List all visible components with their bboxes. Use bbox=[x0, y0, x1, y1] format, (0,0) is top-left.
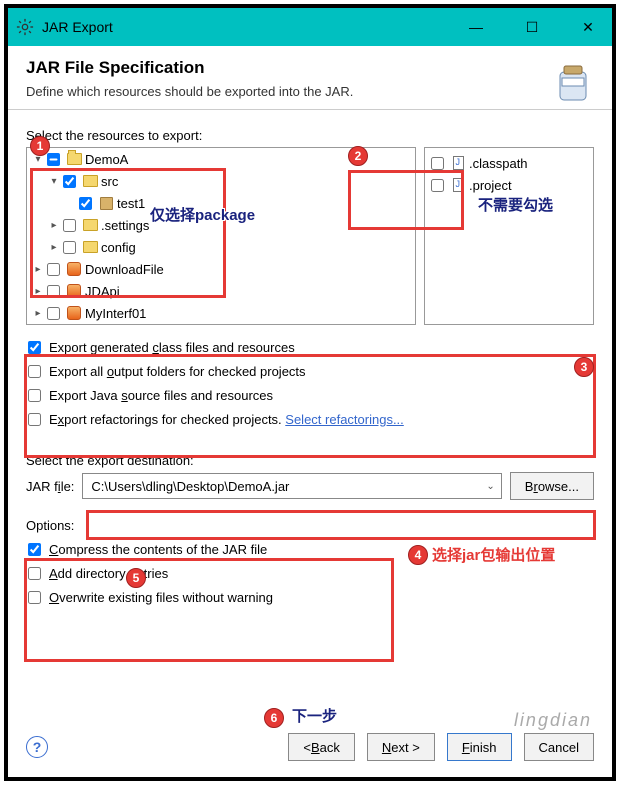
tree-label: src bbox=[101, 174, 118, 189]
jar-file-label: JAR file: bbox=[26, 479, 74, 494]
file-label: .project bbox=[469, 178, 512, 193]
tree-label: .settings bbox=[101, 218, 149, 233]
maximize-button[interactable]: ☐ bbox=[516, 19, 548, 36]
resource-tree[interactable]: ▾DemoA ▾src test1 ▸.settings ▸config ▸Do… bbox=[26, 147, 416, 325]
export-refactorings-checkbox[interactable] bbox=[28, 413, 41, 426]
chevron-down-icon[interactable]: ⌄ bbox=[486, 481, 494, 492]
folder-icon bbox=[83, 219, 98, 231]
chevron-right-icon[interactable]: ▸ bbox=[47, 220, 61, 231]
help-button[interactable]: ? bbox=[26, 736, 48, 758]
resources-label: Select the resources to export: bbox=[26, 128, 594, 143]
tree-checkbox[interactable] bbox=[47, 153, 60, 166]
file-list[interactable]: .classpath .project bbox=[424, 147, 594, 325]
file-checkbox[interactable] bbox=[431, 179, 444, 192]
file-icon bbox=[453, 178, 464, 192]
tree-checkbox[interactable] bbox=[63, 241, 76, 254]
export-class-files-checkbox[interactable] bbox=[28, 341, 41, 354]
select-refactorings-link[interactable]: Select refactorings... bbox=[285, 412, 404, 427]
folder-open-icon bbox=[67, 153, 82, 165]
checkbox-label: Add directory entries bbox=[49, 566, 168, 581]
file-checkbox[interactable] bbox=[431, 157, 444, 170]
tree-label: DemoA bbox=[85, 152, 128, 167]
back-button[interactable]: < Back bbox=[288, 733, 355, 761]
folder-icon bbox=[83, 241, 98, 253]
package-icon bbox=[100, 197, 113, 210]
file-icon bbox=[453, 156, 464, 170]
add-directory-checkbox[interactable] bbox=[28, 567, 41, 580]
checkbox-label: Compress the contents of the JAR file bbox=[49, 542, 267, 557]
destination-label: Select the export destination: bbox=[26, 453, 594, 468]
plugin-icon bbox=[67, 262, 81, 276]
chevron-right-icon[interactable]: ▸ bbox=[31, 308, 45, 319]
checkbox-label: Export Java source files and resources bbox=[49, 388, 273, 403]
file-label: .classpath bbox=[469, 156, 528, 171]
tree-checkbox[interactable] bbox=[47, 263, 60, 276]
next-button[interactable]: Next > bbox=[367, 733, 435, 761]
annotation-badge-3: 3 bbox=[574, 357, 594, 377]
tree-label: DownloadFile bbox=[85, 262, 164, 277]
annotation-badge-2: 2 bbox=[348, 146, 368, 166]
gear-icon bbox=[16, 18, 34, 36]
tree-label: config bbox=[101, 240, 136, 255]
annotation-badge-6: 6 bbox=[264, 708, 284, 728]
tree-checkbox[interactable] bbox=[63, 175, 76, 188]
minimize-button[interactable]: — bbox=[460, 19, 492, 36]
cancel-button[interactable]: Cancel bbox=[524, 733, 594, 761]
tree-checkbox[interactable] bbox=[63, 219, 76, 232]
plugin-icon bbox=[67, 306, 81, 320]
page-subtitle: Define which resources should be exporte… bbox=[26, 84, 594, 99]
export-output-folders-checkbox[interactable] bbox=[28, 365, 41, 378]
window-title: JAR Export bbox=[42, 19, 460, 35]
finish-button[interactable]: Finish bbox=[447, 733, 512, 761]
page-title: JAR File Specification bbox=[26, 58, 594, 78]
tree-checkbox[interactable] bbox=[47, 307, 60, 320]
jar-file-combo[interactable]: ⌄ bbox=[82, 473, 501, 499]
annotation-badge-4: 4 bbox=[408, 545, 428, 565]
annotation-badge-5: 5 bbox=[126, 568, 146, 588]
tree-label: test1 bbox=[117, 196, 145, 211]
jar-icon bbox=[550, 58, 596, 104]
overwrite-checkbox[interactable] bbox=[28, 591, 41, 604]
jar-file-input[interactable] bbox=[89, 478, 486, 495]
close-button[interactable]: ✕ bbox=[572, 19, 604, 36]
checkbox-label: Export refactorings for checked projects… bbox=[49, 412, 404, 427]
button-bar: ? < Back Next > Finish Cancel bbox=[8, 725, 612, 769]
plugin-icon bbox=[67, 284, 81, 298]
export-source-files-checkbox[interactable] bbox=[28, 389, 41, 402]
checkbox-label: Export generated class files and resourc… bbox=[49, 340, 295, 355]
titlebar: JAR Export — ☐ ✕ bbox=[8, 8, 612, 46]
chevron-down-icon[interactable]: ▾ bbox=[47, 176, 61, 187]
folder-icon bbox=[83, 175, 98, 187]
compress-checkbox[interactable] bbox=[28, 543, 41, 556]
annotation-next-step: 下一步 bbox=[292, 705, 337, 726]
chevron-right-icon[interactable]: ▸ bbox=[31, 264, 45, 275]
tree-label: MyInterf01 bbox=[85, 306, 146, 321]
tree-label: JDApi bbox=[85, 284, 120, 299]
options-label: Options: bbox=[26, 518, 594, 533]
annotation-badge-1: 1 bbox=[30, 136, 50, 156]
wizard-header: JAR File Specification Define which reso… bbox=[8, 46, 612, 110]
tree-checkbox[interactable] bbox=[79, 197, 92, 210]
browse-button[interactable]: Browse... bbox=[510, 472, 594, 500]
checkbox-label: Export all output folders for checked pr… bbox=[49, 364, 306, 379]
tree-checkbox[interactable] bbox=[47, 285, 60, 298]
chevron-right-icon[interactable]: ▸ bbox=[31, 286, 45, 297]
chevron-right-icon[interactable]: ▸ bbox=[47, 242, 61, 253]
checkbox-label: Overwrite existing files without warning bbox=[49, 590, 273, 605]
